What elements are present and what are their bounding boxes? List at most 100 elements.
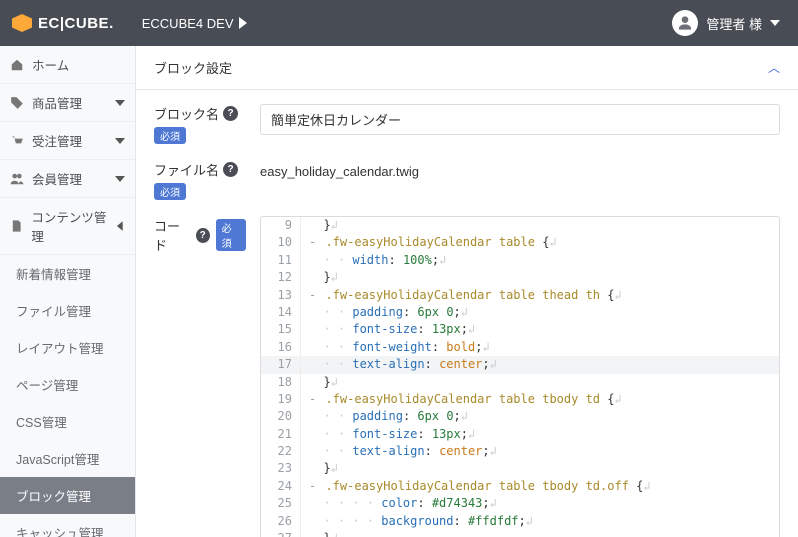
panel-header[interactable]: ブロック設定 ︿ — [136, 46, 798, 90]
row-block-name: ブロック名 ? 必須 — [154, 104, 780, 144]
code-source[interactable]: }↲ — [301, 217, 779, 234]
code-line[interactable]: 12 }↲ — [261, 269, 779, 286]
users-icon — [10, 172, 24, 186]
gutter: 23 — [261, 460, 301, 477]
gutter: 27 — [261, 530, 301, 537]
site-name: ECCUBE4 DEV — [142, 16, 234, 31]
code-line[interactable]: 23 }↲ — [261, 460, 779, 477]
code-source[interactable]: - .fw-easyHolidayCalendar table thead th… — [301, 287, 779, 304]
label-file-name: ファイル名 ? 必須 — [154, 160, 246, 200]
subnav-block[interactable]: ブロック管理 — [0, 477, 135, 514]
nav-label: CSS管理 — [16, 412, 67, 431]
brand[interactable]: EC|CUBE. — [12, 14, 114, 32]
nav-label: ブロック管理 — [16, 486, 91, 505]
help-icon[interactable]: ? — [223, 162, 238, 177]
label-text: ブロック名 — [154, 104, 219, 123]
code-source[interactable]: · · text-align: center;↲ — [301, 443, 779, 460]
code-source[interactable]: - .fw-easyHolidayCalendar table tbody td… — [301, 478, 779, 495]
code-source[interactable]: - .fw-easyHolidayCalendar table {↲ — [301, 234, 779, 251]
tag-icon — [10, 96, 24, 110]
panel-body: ブロック名 ? 必須 ファイル名 ? 必須 — [136, 90, 798, 537]
code-line[interactable]: 13- .fw-easyHolidayCalendar table thead … — [261, 287, 779, 304]
code-line[interactable]: 19- .fw-easyHolidayCalendar table tbody … — [261, 391, 779, 408]
nav-products[interactable]: 商品管理 — [0, 84, 135, 122]
code-line[interactable]: 14 · · padding: 6px 0;↲ — [261, 304, 779, 321]
code-line[interactable]: 24- .fw-easyHolidayCalendar table tbody … — [261, 478, 779, 495]
code-source[interactable]: · · font-size: 13px;↲ — [301, 321, 779, 338]
gutter: 10 — [261, 234, 301, 251]
code-line[interactable]: 16 · · font-weight: bold;↲ — [261, 339, 779, 356]
code-line[interactable]: 17 · · text-align: center;↲ — [261, 356, 779, 373]
code-line[interactable]: 9 }↲ — [261, 217, 779, 234]
chevron-up-icon: ︿ — [768, 59, 780, 76]
document-icon — [10, 219, 23, 233]
subnav-css[interactable]: CSS管理 — [0, 403, 135, 440]
nav-label: 会員管理 — [32, 169, 82, 188]
chevron-down-icon — [115, 136, 125, 146]
help-icon[interactable]: ? — [196, 228, 210, 243]
subnav-layout[interactable]: レイアウト管理 — [0, 329, 135, 366]
chevron-down-icon — [770, 18, 780, 28]
gutter: 26 — [261, 513, 301, 530]
nav-label: ページ管理 — [16, 375, 78, 394]
subnav-files[interactable]: ファイル管理 — [0, 292, 135, 329]
nav-home[interactable]: ホーム — [0, 46, 135, 84]
nav-label: 新着情報管理 — [16, 264, 91, 283]
sidebar: ホーム 商品管理 受注管理 会員管理 コンテンツ管理 新着情報管理 ファイル管理… — [0, 46, 136, 537]
subnav-news[interactable]: 新着情報管理 — [0, 255, 135, 292]
code-line[interactable]: 27 }↲ — [261, 530, 779, 537]
gutter: 14 — [261, 304, 301, 321]
avatar-icon — [672, 10, 698, 36]
nav-label: キャッシュ管理 — [16, 523, 104, 537]
nav-contents[interactable]: コンテンツ管理 — [0, 198, 135, 255]
subnav-cache[interactable]: キャッシュ管理 — [0, 514, 135, 537]
gutter: 20 — [261, 408, 301, 425]
file-name-text: easy_holiday_calendar.twig — [260, 160, 780, 179]
code-source[interactable]: }↲ — [301, 460, 779, 477]
label-code: コード ? 必須 — [154, 216, 246, 254]
row-code: コード ? 必須 9 }↲10- .fw-easyHolidayCalendar… — [154, 216, 780, 537]
subnav-page[interactable]: ページ管理 — [0, 366, 135, 403]
code-line[interactable]: 20 · · padding: 6px 0;↲ — [261, 408, 779, 425]
topbar-left: EC|CUBE. ECCUBE4 DEV — [12, 14, 247, 32]
code-source[interactable]: · · · · color: #d74343;↲ — [301, 495, 779, 512]
site-switch[interactable]: ECCUBE4 DEV — [142, 16, 248, 31]
nav-label: ホーム — [32, 55, 69, 74]
subnav-js[interactable]: JavaScript管理 — [0, 440, 135, 477]
code-source[interactable]: }↲ — [301, 530, 779, 537]
code-line[interactable]: 18 }↲ — [261, 374, 779, 391]
block-name-input[interactable] — [260, 104, 780, 135]
gutter: 12 — [261, 269, 301, 286]
code-source[interactable]: · · padding: 6px 0;↲ — [301, 408, 779, 425]
code-source[interactable]: · · font-weight: bold;↲ — [301, 339, 779, 356]
code-source[interactable]: · · width: 100%;↲ — [301, 252, 779, 269]
nav-orders[interactable]: 受注管理 — [0, 122, 135, 160]
code-source[interactable]: · · · · background: #ffdfdf;↲ — [301, 513, 779, 530]
code-line[interactable]: 21 · · font-size: 13px;↲ — [261, 426, 779, 443]
chevron-down-icon — [115, 98, 125, 108]
code-line[interactable]: 11 · · width: 100%;↲ — [261, 252, 779, 269]
layout: ホーム 商品管理 受注管理 会員管理 コンテンツ管理 新着情報管理 ファイル管理… — [0, 46, 798, 537]
code-source[interactable]: · · padding: 6px 0;↲ — [301, 304, 779, 321]
gutter: 13 — [261, 287, 301, 304]
code-line[interactable]: 22 · · text-align: center;↲ — [261, 443, 779, 460]
user-menu[interactable]: 管理者 様 — [672, 10, 780, 36]
code-editor[interactable]: 9 }↲10- .fw-easyHolidayCalendar table {↲… — [260, 216, 780, 537]
code-source[interactable]: - .fw-easyHolidayCalendar table tbody td… — [301, 391, 779, 408]
code-source[interactable]: · · text-align: center;↲ — [301, 356, 779, 373]
gutter: 15 — [261, 321, 301, 338]
label-text: ファイル名 — [154, 160, 219, 179]
code-source[interactable]: · · font-size: 13px;↲ — [301, 426, 779, 443]
code-line[interactable]: 10- .fw-easyHolidayCalendar table {↲ — [261, 234, 779, 251]
help-icon[interactable]: ? — [223, 106, 238, 121]
chevron-down-icon — [115, 221, 125, 231]
nav-members[interactable]: 会員管理 — [0, 160, 135, 198]
code-line[interactable]: 26 · · · · background: #ffdfdf;↲ — [261, 513, 779, 530]
row-file-name: ファイル名 ? 必須 easy_holiday_calendar.twig — [154, 160, 780, 200]
code-source[interactable]: }↲ — [301, 269, 779, 286]
gutter: 19 — [261, 391, 301, 408]
code-line[interactable]: 15 · · font-size: 13px;↲ — [261, 321, 779, 338]
code-line[interactable]: 25 · · · · color: #d74343;↲ — [261, 495, 779, 512]
home-icon — [10, 58, 24, 72]
code-source[interactable]: }↲ — [301, 374, 779, 391]
